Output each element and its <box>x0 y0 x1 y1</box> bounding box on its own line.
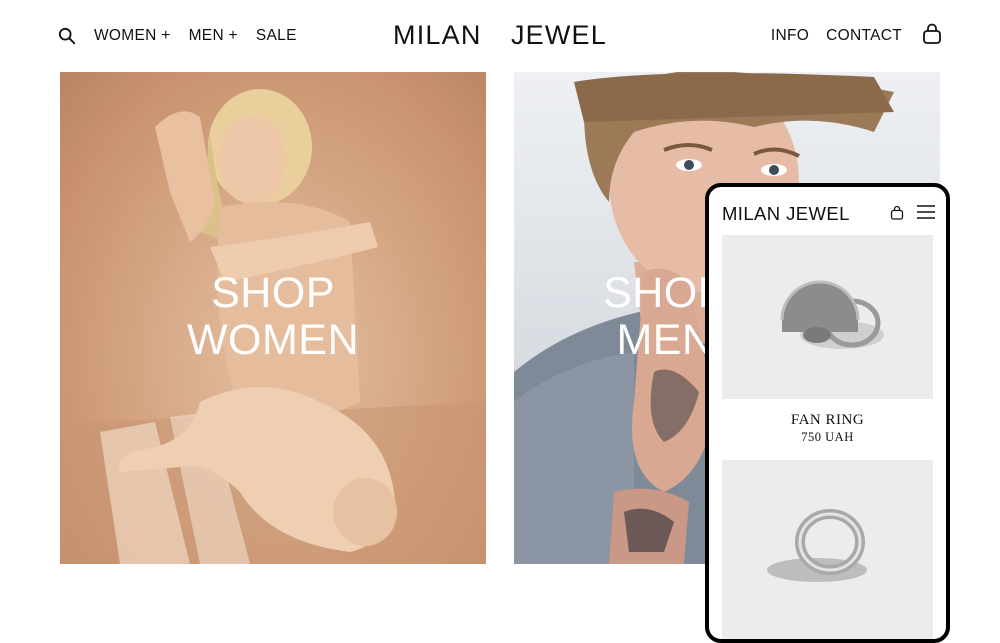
mobile-header: MILAN JEWEL <box>709 187 946 235</box>
band-ring-image <box>767 509 867 582</box>
nav-right: INFO CONTACT <box>754 23 942 45</box>
mobile-shopping-bag-icon[interactable] <box>890 205 904 220</box>
fan-ring-image <box>780 280 884 349</box>
product-image-band-ring[interactable] <box>722 460 933 639</box>
product-image-fan-ring[interactable] <box>722 235 933 399</box>
shop-women-panel[interactable]: SHOP WOMEN <box>60 72 486 564</box>
mobile-menu-icon[interactable] <box>917 205 935 219</box>
shop-women-title[interactable]: SHOP WOMEN <box>60 270 486 364</box>
shop-women-line2: WOMEN <box>186 316 360 364</box>
site-header: WOMEN + MEN + SALE MILAN JEWEL INFO CONT… <box>0 0 1000 74</box>
nav-info[interactable]: INFO <box>771 27 809 45</box>
nav-contact[interactable]: CONTACT <box>826 27 902 45</box>
product-name[interactable]: FAN RING <box>709 412 946 429</box>
shop-women-line1: SHOP <box>211 269 335 317</box>
mobile-preview: MILAN JEWEL FAN RING 750 UAH <box>705 183 950 643</box>
shopping-bag-icon[interactable] <box>922 23 942 45</box>
mobile-brand-logo[interactable]: MILAN JEWEL <box>722 203 850 225</box>
product-price: 750 UAH <box>801 430 854 444</box>
